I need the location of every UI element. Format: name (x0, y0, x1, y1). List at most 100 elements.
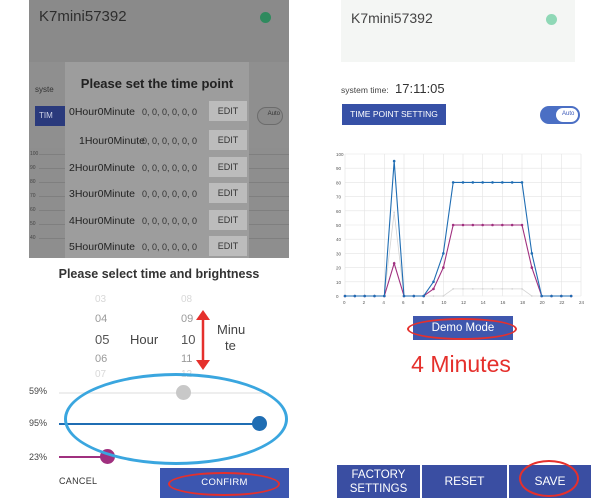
data-point (402, 294, 406, 298)
hour-selected[interactable]: 05 (95, 332, 109, 347)
minute-option[interactable]: 08 (181, 294, 192, 305)
x-tick-label: 6 (402, 300, 405, 305)
edit-button[interactable]: EDIT (209, 130, 247, 150)
y-tick-label: 40 (30, 235, 36, 241)
data-point (511, 288, 514, 290)
y-tick-label: 10 (336, 280, 342, 285)
data-point (471, 181, 475, 184)
data-point (471, 223, 475, 227)
data-point (422, 294, 425, 298)
data-point (491, 288, 494, 290)
data-point (540, 294, 543, 298)
data-point (461, 223, 465, 227)
device-card[interactable]: K7mini57392 (29, 0, 289, 62)
time-point-label: 2Hour0Minute (69, 162, 135, 174)
dialog-title: Please select time and brightness (58, 267, 260, 281)
data-point (442, 252, 445, 255)
edit-button[interactable]: EDIT (209, 210, 247, 230)
y-tick-label: 100 (336, 152, 344, 157)
data-point (353, 294, 357, 298)
edit-button[interactable]: EDIT (209, 236, 247, 256)
data-point (363, 294, 366, 298)
data-point (510, 181, 514, 184)
time-point-label: 5Hour0Minute (69, 241, 135, 253)
hour-option[interactable]: 06 (95, 353, 107, 365)
confirm-button[interactable]: CONFIRM (160, 468, 289, 498)
x-tick-label: 8 (422, 300, 425, 305)
hour-option[interactable]: 03 (95, 294, 106, 305)
time-point-row: 3Hour0Minute 0, 0, 0, 0, 0, 0 EDIT (65, 182, 249, 206)
edit-button[interactable]: EDIT (209, 101, 247, 121)
hour-unit-label: Hour (130, 332, 159, 347)
data-point (520, 223, 524, 227)
y-tick-label: 70 (336, 195, 342, 200)
save-button[interactable]: SAVE (509, 465, 591, 498)
left-app-screen-dimmed: K7mini57392 syste TIM Auto 100 90 80 70 … (29, 0, 289, 258)
slider-thumb[interactable] (251, 416, 267, 431)
minute-option[interactable]: 11 (181, 353, 192, 365)
factory-settings-button[interactable]: FACTORY SETTINGS (337, 465, 420, 498)
time-point-values: 0, 0, 0, 0, 0, 0 (142, 163, 198, 173)
data-point (530, 252, 534, 255)
data-point (569, 294, 573, 298)
status-dot-icon (546, 14, 557, 25)
y-tick-label: 90 (30, 165, 36, 171)
slider-percent-label: 59% (29, 386, 48, 396)
time-point-row: 2Hour0Minute 0, 0, 0, 0, 0, 0 EDIT (65, 156, 249, 180)
data-point (491, 181, 494, 184)
data-point (530, 266, 534, 269)
minute-option[interactable]: 12 (181, 369, 192, 380)
data-point (383, 294, 386, 298)
time-point-label: 3Hour0Minute (69, 188, 135, 200)
slider-thumb[interactable] (100, 449, 116, 464)
bottom-action-bar: FACTORY SETTINGS RESET SAVE (337, 465, 591, 498)
data-point (501, 223, 504, 227)
data-point (481, 181, 484, 184)
slider-thumb[interactable] (175, 385, 191, 400)
data-point (501, 181, 504, 184)
data-point (392, 159, 396, 163)
auto-toggle[interactable]: Auto (257, 107, 283, 125)
edit-button[interactable]: EDIT (209, 157, 247, 177)
status-dot-icon (260, 12, 271, 23)
hour-option[interactable]: 07 (95, 369, 106, 380)
x-tick-label: 4 (382, 300, 385, 305)
hour-option[interactable]: 04 (95, 313, 107, 325)
data-point (442, 295, 445, 297)
cancel-button[interactable]: CANCEL (59, 476, 97, 486)
data-point (461, 181, 465, 184)
data-point (432, 280, 435, 284)
auto-toggle[interactable]: Auto (540, 106, 580, 124)
toggle-knob: Auto (556, 108, 578, 122)
time-point-values: 0, 0, 0, 0, 0, 0 (142, 136, 198, 146)
data-point (550, 294, 553, 298)
time-point-values: 0, 0, 0, 0, 0, 0 (142, 242, 198, 252)
x-tick-label: 0 (343, 300, 346, 305)
reset-button[interactable]: RESET (422, 465, 507, 498)
slider-track[interactable] (59, 423, 259, 425)
x-tick-label: 14 (481, 300, 487, 305)
data-point (481, 223, 484, 227)
data-point (520, 181, 524, 184)
demo-mode-button[interactable]: Demo Mode (413, 316, 513, 340)
dialog-title: Please set the time point (80, 76, 234, 91)
time-point-label: 1Hour0Minute (79, 135, 145, 147)
x-tick-label: 16 (500, 300, 506, 305)
slider-track[interactable] (59, 392, 269, 394)
system-time-label: syste (35, 85, 54, 94)
data-point (451, 223, 455, 227)
factory-settings-label: FACTORY (351, 469, 406, 481)
time-point-setting-button[interactable]: TIME POINT SETTING (342, 104, 446, 125)
device-card[interactable]: K7mini57392 (341, 0, 575, 62)
y-tick-label: 50 (30, 221, 36, 227)
data-point (471, 288, 474, 290)
y-tick-label: 20 (336, 266, 342, 271)
edit-button[interactable]: EDIT (209, 183, 247, 203)
time-point-setting-button[interactable]: TIM (35, 106, 65, 126)
auto-toggle-label: Auto (562, 111, 575, 117)
right-app-screen: K7mini57392 system time: 17:11:05 TIME P… (329, 0, 591, 498)
minute-unit-label: Minu (217, 322, 246, 337)
time-point-dialog: Please set the time point 0Hour0Minute 0… (65, 62, 249, 258)
y-tick-label: 30 (336, 251, 342, 256)
x-tick-label: 2 (363, 300, 366, 305)
